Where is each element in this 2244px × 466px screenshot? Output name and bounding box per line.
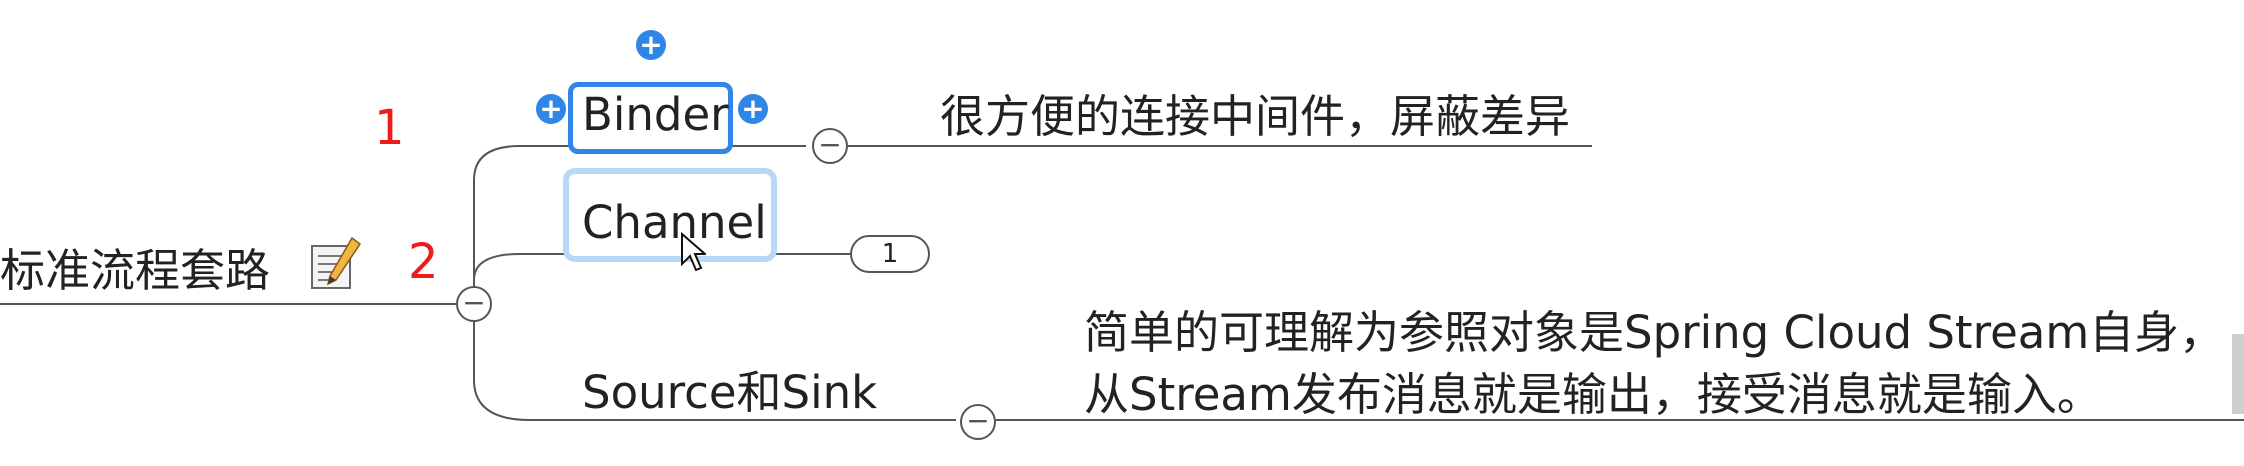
source-sink-note-line-2: 从Stream发布消息就是输出，接受消息就是输入。 xyxy=(1084,368,2102,421)
binder-collapse-button[interactable]: − xyxy=(812,128,848,164)
channel-topic-label[interactable]: Channel xyxy=(582,200,767,245)
source-sink-topic-label[interactable]: Source和Sink xyxy=(582,370,877,415)
binder-topic-label[interactable]: Binder xyxy=(582,92,729,137)
binder-note: 很方便的连接中间件，屏蔽差异 xyxy=(940,90,1571,143)
root-collapse-button[interactable]: − xyxy=(456,286,492,322)
add-left-icon[interactable]: + xyxy=(536,94,566,124)
source-sink-collapse-button[interactable]: − xyxy=(960,404,996,440)
add-right-icon[interactable]: + xyxy=(738,94,768,124)
mouse-cursor-icon xyxy=(680,231,708,276)
annotation-number-2: 2 xyxy=(408,234,439,290)
vertical-scrollbar-thumb[interactable] xyxy=(2232,334,2244,414)
add-top-icon[interactable]: + xyxy=(636,30,666,60)
annotation-number-1: 1 xyxy=(374,100,405,156)
root-topic-label[interactable]: 标准流程套路 xyxy=(0,248,270,293)
source-sink-note-line-1: 简单的可理解为参照对象是Spring Cloud Stream自身， xyxy=(1084,306,2225,359)
mindmap-canvas: 标准流程套路 − 1 2 Binder + + + − 很方便的连接中间件，屏蔽… xyxy=(0,0,2244,466)
channel-child-count-badge[interactable]: 1 xyxy=(850,235,930,273)
note-pencil-icon[interactable] xyxy=(308,236,362,292)
